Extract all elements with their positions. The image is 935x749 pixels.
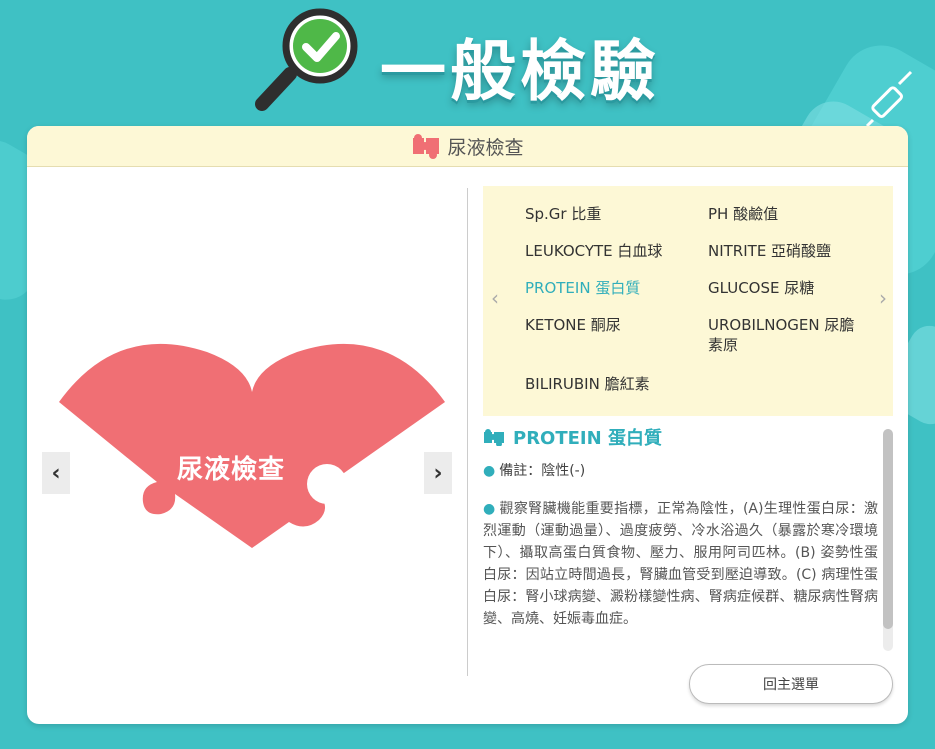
detail-description: ● 觀察腎臟機能重要指標，正常為陰性，(A)生理性蛋白尿：激烈運動（運動過量）、過… <box>483 498 878 630</box>
divider <box>467 188 468 676</box>
test-item-list: ‹ Sp.Gr 比重 PH 酸鹼值 LEUKOCYTE 白血球 NITRITE … <box>483 186 893 416</box>
syringe-icon <box>865 70 913 128</box>
detail-scrollbar[interactable] <box>883 429 893 651</box>
card-header: 尿液檢查 <box>27 126 908 167</box>
detail-panel: PROTEIN 蛋白質 ● 備註：陰性(-) ● 觀察腎臟機能重要指標，正常為陰性，… <box>483 424 878 654</box>
puzzle-icon <box>413 134 440 159</box>
title-area: 一般檢驗 <box>250 6 710 116</box>
item-spgr[interactable]: Sp.Gr 比重 <box>525 204 601 224</box>
bullet-dot: ● <box>483 501 496 517</box>
item-ketone[interactable]: KETONE 酮尿 <box>525 315 621 335</box>
card-header-label: 尿液檢查 <box>447 136 524 159</box>
heart-label: 尿液檢查 <box>177 455 286 485</box>
detail-note-text: 備註：陰性(-) <box>499 463 586 479</box>
detail-description-text: 觀察腎臟機能重要指標，正常為陰性，(A)生理性蛋白尿：激烈運動（運動過量）、過度… <box>483 501 878 627</box>
prev-items-button[interactable]: ‹ <box>491 286 499 310</box>
back-to-menu-button[interactable]: 回主選單 <box>689 664 893 704</box>
scrollbar-thumb[interactable] <box>883 429 893 629</box>
page-title: 一般檢驗 <box>380 33 660 110</box>
item-protein[interactable]: PROTEIN 蛋白質 <box>525 278 640 298</box>
item-ph[interactable]: PH 酸鹼值 <box>708 204 778 224</box>
next-items-button[interactable]: › <box>879 286 887 310</box>
left-panel: 尿液檢查 ‹ › <box>27 167 467 724</box>
content-card: 尿液檢查 尿液檢查 ‹ › ‹ Sp.Gr 比重 PH 酸鹼值 LEUKOCYT… <box>27 126 908 724</box>
item-urobilnogen[interactable]: UROBILNOGEN 尿膽素原 <box>708 315 868 355</box>
next-category-button[interactable]: › <box>424 452 452 494</box>
prev-category-button[interactable]: ‹ <box>42 452 70 494</box>
item-bilirubin[interactable]: BILIRUBIN 膽紅素 <box>525 374 650 394</box>
item-nitrite[interactable]: NITRITE 亞硝酸鹽 <box>708 241 831 261</box>
detail-title-text: PROTEIN 蛋白質 <box>513 428 662 449</box>
item-glucose[interactable]: GLUCOSE 尿糖 <box>708 278 814 298</box>
detail-title: PROTEIN 蛋白質 <box>483 424 878 450</box>
bullet-dot: ● <box>483 463 496 479</box>
detail-note: ● 備註：陰性(-) <box>483 460 878 480</box>
item-leukocyte[interactable]: LEUKOCYTE 白血球 <box>525 241 662 261</box>
magnifier-check-icon <box>255 8 358 111</box>
puzzle-icon <box>484 429 504 446</box>
